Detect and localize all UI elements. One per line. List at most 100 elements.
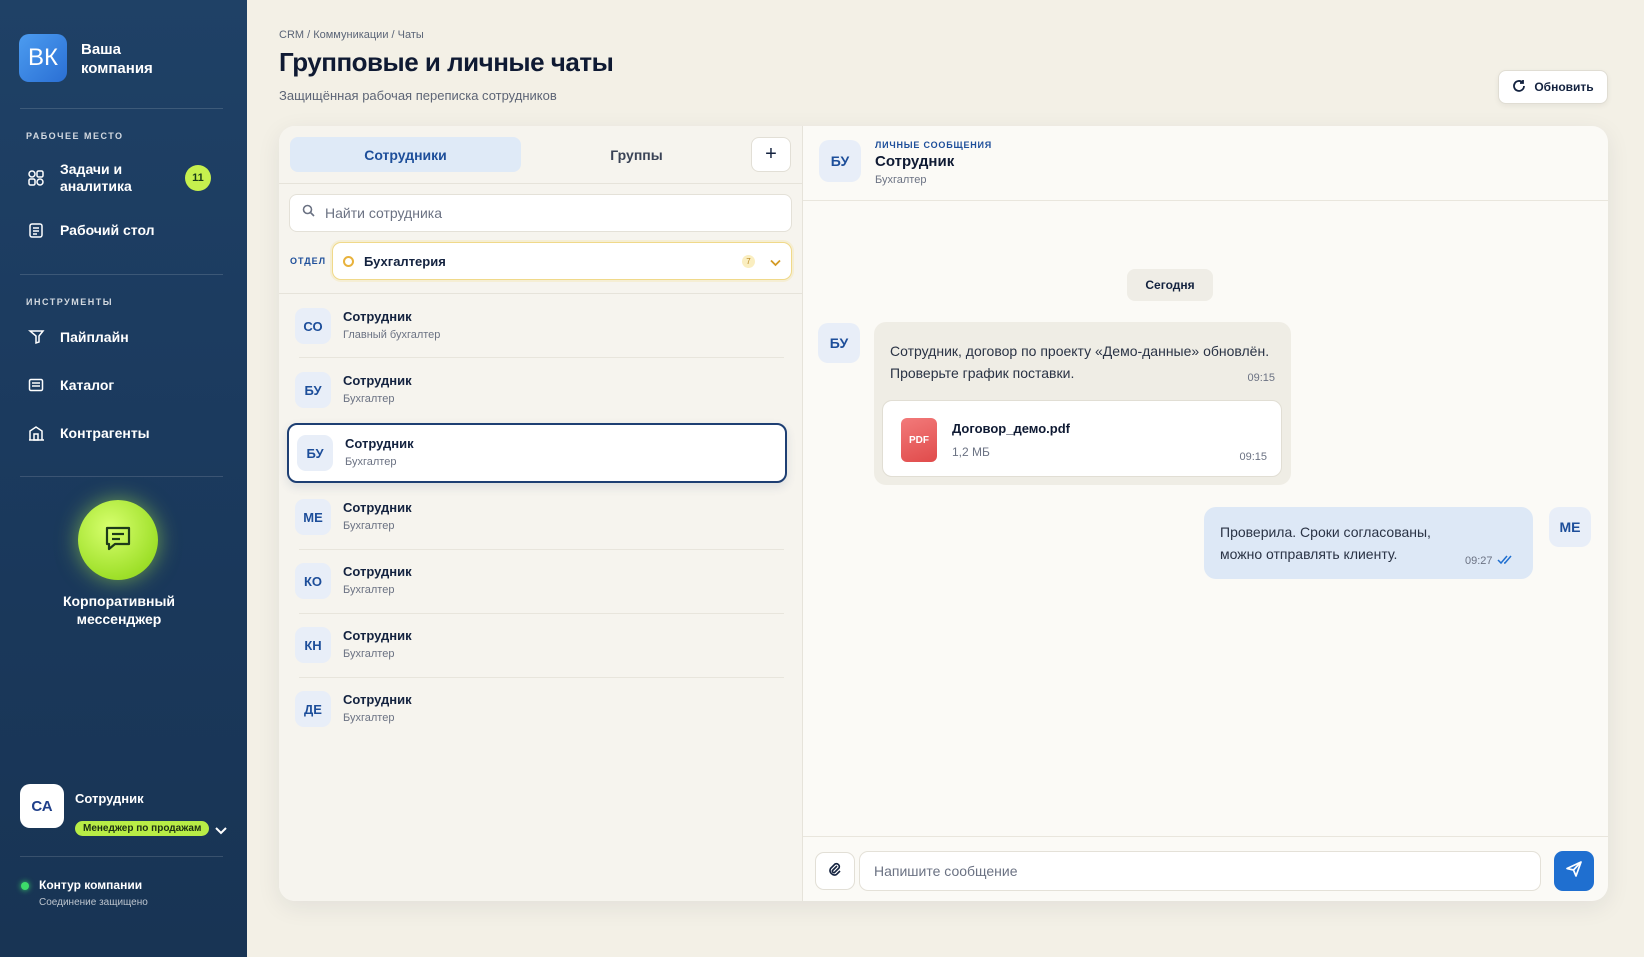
page-subtitle: Защищённая рабочая переписка сотрудников [279,88,557,103]
chat-contact-role: Бухгалтер [875,174,927,186]
tasks-count-badge: 11 [185,165,211,191]
employee-name: Сотрудник [343,373,412,388]
department-count-badge: 7 [742,255,755,268]
employee-list-item[interactable]: СО Сотрудник Главный бухгалтер [287,296,787,356]
company-name-line2: компания [81,60,153,77]
employee-avatar: БУ [297,435,333,471]
own-avatar: МЕ [1549,507,1591,547]
sidebar-item-label: Рабочий стол [60,221,155,238]
sidebar-item-pipeline[interactable]: Пайплайн [20,325,225,349]
divider [20,476,223,477]
message-time: 09:15 [1247,372,1275,384]
employee-avatar: КН [295,627,331,663]
send-button[interactable] [1554,851,1594,891]
sidebar-item-tasks[interactable]: Задачи и аналитика 11 [20,160,225,196]
sidebar-item-label: Каталог [60,376,115,393]
file-time: 09:15 [1239,451,1267,463]
message-text: Проверила. Сроки согласованы, можно отпр… [1220,521,1470,565]
counterparties-icon [26,423,46,443]
file-attachment[interactable]: PDF Договор_демо.pdf 1,2 МБ 09:15 [882,400,1282,477]
sidebar-item-catalog[interactable]: Каталог [20,373,225,397]
employee-list-item[interactable]: БУ Сотрудник Бухгалтер [287,360,787,420]
breadcrumb: CRM / Коммуникации / Чаты [279,29,424,41]
status-dot [21,882,29,890]
divider [279,183,803,184]
user-avatar[interactable]: СА [20,784,64,828]
sidebar-item-counterparties[interactable]: Контрагенты [20,421,225,445]
employee-role: Главный бухгалтер [343,329,441,341]
divider [803,200,1608,201]
attach-button[interactable] [815,852,855,890]
employee-avatar: МЕ [295,499,331,535]
refresh-button[interactable]: Обновить [1498,70,1608,104]
divider [299,357,784,358]
page-title: Групповые и личные чаты [279,47,614,77]
company-logo[interactable]: ВК [19,34,67,82]
desktop-icon [26,220,46,240]
employee-role: Бухгалтер [345,456,397,468]
employee-role: Бухгалтер [343,648,395,660]
divider [20,856,223,857]
tab-groups[interactable]: Группы [521,137,752,172]
divider [299,677,784,678]
file-size: 1,2 МБ [952,445,990,459]
message-time: 09:27 [1465,555,1493,567]
divider [299,613,784,614]
paperclip-icon [827,861,843,882]
message-input[interactable] [872,862,1512,880]
message-text: Сотрудник, договор по проекту «Демо-данн… [890,340,1285,384]
add-chat-button[interactable]: + [751,137,791,172]
department-status-icon [343,255,354,267]
employee-role: Бухгалтер [343,712,395,724]
employee-list-item[interactable]: ДЕ Сотрудник Бухгалтер [287,679,787,739]
messenger-label: Корпоративный мессенджер [40,592,198,628]
tasks-label-line2: аналитика [60,178,132,194]
chat-bubble-icon [103,524,133,557]
message-field[interactable] [859,851,1541,891]
employee-name: Сотрудник [343,500,412,515]
chat-contact-name: Сотрудник [875,153,955,170]
employee-list-item-selected[interactable]: БУ Сотрудник Бухгалтер [287,423,787,483]
employee-list-item[interactable]: МЕ Сотрудник Бухгалтер [287,487,787,547]
employee-role: Бухгалтер [343,393,395,405]
company-name: Ваша компания [81,40,211,78]
divider [279,293,803,294]
message-line: Сотрудник, договор по проекту «Демо-данн… [890,343,1270,359]
incoming-message: Сотрудник, договор по проекту «Демо-данн… [874,322,1291,485]
divider [20,108,223,109]
sidebar-item-label: Пайплайн [60,328,129,345]
sender-avatar: БУ [818,323,860,363]
message-line: Проверьте график поставки. [890,365,1075,381]
tab-employees[interactable]: Сотрудники [290,137,521,172]
search-icon [302,204,315,222]
section-tools-label: Инструменты [26,297,114,307]
company-name-line1: Ваша [81,41,122,58]
corporate-messenger-button[interactable] [78,500,158,580]
employee-name: Сотрудник [343,692,412,707]
employee-name: Сотрудник [343,628,412,643]
message-line: Проверила. Сроки согласованы, [1220,524,1431,540]
employee-avatar: БУ [295,372,331,408]
employee-avatar: КО [295,563,331,599]
search-input[interactable] [323,204,763,222]
sidebar-item-label: Контрагенты [60,424,150,441]
employee-avatar: ДЕ [295,691,331,727]
tasks-label-line1: Задачи и [60,161,123,177]
chat-type-label: Личные сообщения [875,140,993,150]
sidebar-item-label: Задачи и аналитика [60,161,132,195]
outgoing-message: Проверила. Сроки согласованы, можно отпр… [1204,507,1533,579]
chat-contact-avatar[interactable]: БУ [819,140,861,182]
section-workspace-label: Рабочее место [26,131,124,141]
employee-list-item[interactable]: КН Сотрудник Бухгалтер [287,615,787,675]
message-line: можно отправлять клиенту. [1220,546,1398,562]
double-check-icon [1497,552,1515,570]
divider [299,549,784,550]
employee-search[interactable] [289,194,792,232]
send-icon [1565,860,1583,883]
chevron-down-icon[interactable] [215,822,227,840]
department-select[interactable]: Бухгалтерия 7 [332,242,792,280]
pipeline-icon [26,327,46,347]
sidebar-item-desktop[interactable]: Рабочий стол [20,218,225,242]
department-label: Отдел [290,256,327,266]
employee-list-item[interactable]: КО Сотрудник Бухгалтер [287,551,787,611]
